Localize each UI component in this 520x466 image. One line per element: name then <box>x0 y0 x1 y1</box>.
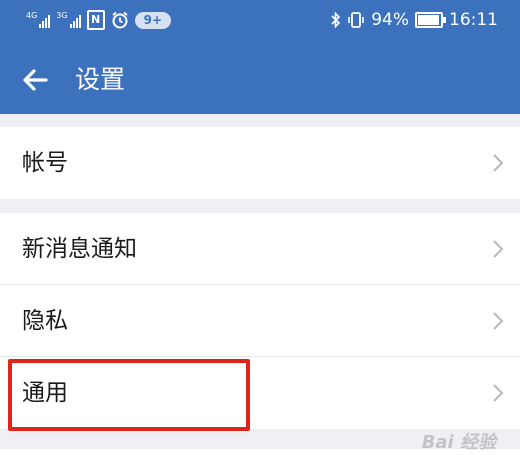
page-title: 设置 <box>75 65 126 94</box>
settings-item-notifications[interactable]: 新消息通知 <box>0 213 520 285</box>
signal-sim1-icon: 4G <box>26 11 51 28</box>
bluetooth-icon <box>331 11 341 29</box>
notification-badge: 9+ <box>134 11 171 29</box>
header: 4G 3G N 9+ 94% 16:11 设置 <box>0 0 520 114</box>
arrow-left-icon[interactable] <box>18 63 52 97</box>
alarm-icon <box>112 11 128 29</box>
status-bar: 4G 3G N 9+ 94% 16:11 <box>0 0 520 44</box>
watermark: Bai 经验 <box>421 432 496 453</box>
chevron-right-icon <box>493 312 504 330</box>
chevron-right-icon <box>493 240 504 258</box>
clock: 16:11 <box>449 10 498 30</box>
settings-item-label: 帐号 <box>22 150 68 176</box>
chevron-right-icon <box>493 384 504 402</box>
settings-item-account[interactable]: 帐号 <box>0 127 520 199</box>
highlight-box <box>8 359 250 431</box>
status-right: 94% 16:11 <box>331 10 498 30</box>
signal-sim2-icon: 3G <box>56 11 81 28</box>
battery-fill <box>418 15 439 25</box>
settings-item-label: 新消息通知 <box>22 236 137 262</box>
settings-group-account: 帐号 <box>0 127 520 199</box>
battery-percent: 94% <box>371 10 409 30</box>
sim1-type: 4G <box>26 11 38 20</box>
battery-icon <box>415 12 446 28</box>
settings-item-label: 隐私 <box>22 308 68 334</box>
nfc-icon: N <box>86 10 105 30</box>
sim2-type: 3G <box>56 11 68 20</box>
vibrate-icon <box>348 12 365 28</box>
status-left: 4G 3G N 9+ <box>26 10 171 30</box>
settings-item-privacy[interactable]: 隐私 <box>0 285 520 357</box>
chevron-right-icon <box>493 154 504 172</box>
